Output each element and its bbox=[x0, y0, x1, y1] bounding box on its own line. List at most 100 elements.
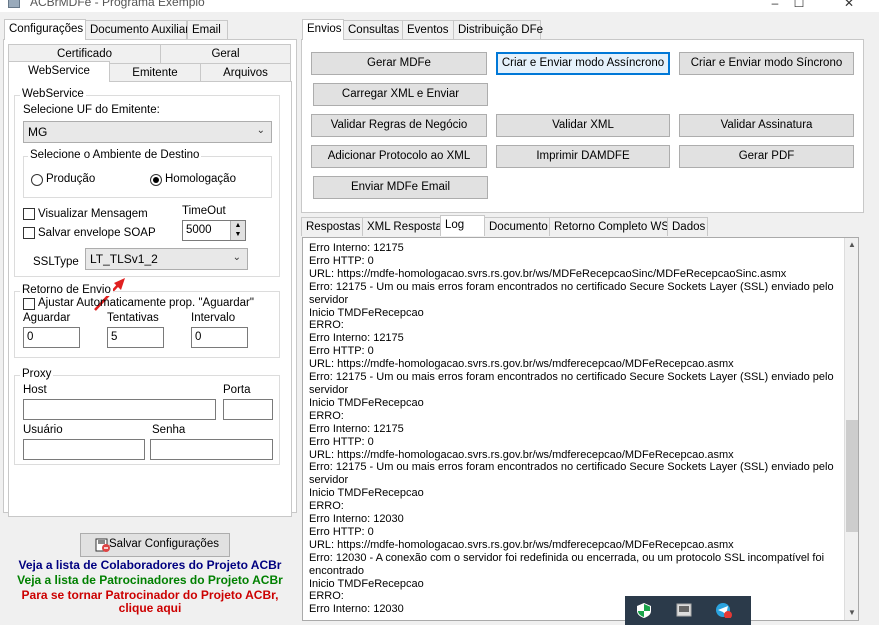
app-icon bbox=[8, 0, 20, 8]
enviar-email-button[interactable]: Enviar MDFe Email bbox=[313, 176, 488, 199]
tab-emitente[interactable]: Emitente bbox=[109, 63, 201, 82]
ambiente-label: Selecione o Ambiente de Destino bbox=[28, 149, 202, 161]
log-line: Inicio TMDFeRecepcao bbox=[309, 396, 424, 409]
intervalo-label: Intervalo bbox=[191, 312, 236, 324]
log-line: URL: https://mdfe-homologacao.svrs.rs.go… bbox=[309, 267, 787, 280]
tab-dados[interactable]: Dados bbox=[667, 217, 708, 236]
log-line: Erro HTTP: 0 bbox=[309, 525, 374, 538]
log-line: ERRO: bbox=[309, 319, 344, 332]
intervalo-value: 0 bbox=[195, 331, 202, 343]
uf-select-value: MG bbox=[28, 125, 48, 139]
imprimir-damdfe-button[interactable]: Imprimir DAMDFE bbox=[496, 145, 670, 168]
tab-email[interactable]: Email bbox=[187, 20, 228, 39]
tentativas-input[interactable]: 5 bbox=[107, 327, 164, 348]
tab-webservice[interactable]: WebService bbox=[8, 61, 110, 82]
adicionar-protocolo-button[interactable]: Adicionar Protocolo ao XML bbox=[311, 145, 487, 168]
ssltype-select[interactable]: LT_TLSv1_2 ⌄ bbox=[85, 248, 248, 270]
validar-regras-button[interactable]: Validar Regras de Negócio bbox=[311, 114, 487, 137]
ssltype-label: SSLType bbox=[33, 256, 79, 268]
save-config-label: Salvar Configurações bbox=[109, 538, 219, 550]
scroll-up-icon[interactable]: ▲ bbox=[845, 240, 859, 249]
tentativas-value: 5 bbox=[111, 331, 118, 343]
log-line: Erro HTTP: 0 bbox=[309, 345, 374, 358]
patrocinador-link-line1[interactable]: Para se tornar Patrocinador do Projeto A… bbox=[8, 588, 292, 602]
tab-arquivos[interactable]: Arquivos bbox=[200, 63, 291, 82]
criar-async-button[interactable]: Criar e Enviar modo Assíncrono bbox=[496, 52, 670, 75]
tab-envios[interactable]: Envios bbox=[302, 19, 344, 40]
tab-log[interactable]: Log bbox=[440, 215, 485, 236]
porta-input[interactable] bbox=[223, 399, 273, 420]
chevron-down-icon: ⌄ bbox=[232, 252, 241, 263]
host-input[interactable] bbox=[23, 399, 216, 420]
scroll-down-icon[interactable]: ▼ bbox=[845, 608, 859, 617]
shield-icon[interactable] bbox=[635, 602, 653, 618]
log-line: encontrado bbox=[309, 564, 365, 577]
aguardar-label: Aguardar bbox=[23, 312, 71, 324]
tab-geral[interactable]: Geral bbox=[160, 44, 291, 63]
tab-configuracoes[interactable]: Configurações bbox=[4, 19, 86, 40]
carregar-xml-button[interactable]: Carregar XML e Enviar bbox=[313, 83, 488, 106]
log-line: Inicio TMDFeRecepcao bbox=[309, 487, 424, 500]
patrocinadores-link[interactable]: Veja a lista de Patrocinadores do Projet… bbox=[8, 573, 292, 587]
producao-label: Produção bbox=[46, 173, 96, 185]
salvar-envelope-checkbox[interactable] bbox=[23, 227, 35, 239]
log-line: Erro: 12175 - Um ou mais erros foram enc… bbox=[309, 280, 834, 293]
log-line: ERRO: bbox=[309, 590, 344, 603]
log-line: Erro: 12175 - Um ou mais erros foram enc… bbox=[309, 461, 834, 474]
log-textarea[interactable]: Erro Interno: 12175 Erro HTTP: 0 URL: http… bbox=[302, 237, 859, 621]
intervalo-input[interactable]: 0 bbox=[191, 327, 248, 348]
validar-assinatura-button[interactable]: Validar Assinatura bbox=[679, 114, 854, 137]
window-titlebar: ACBrMDFe - Programa Exemplo – ☐ ✕ bbox=[0, 0, 879, 12]
tab-xml-resposta[interactable]: XML Resposta bbox=[362, 217, 442, 236]
criar-sync-button[interactable]: Criar e Enviar modo Síncrono bbox=[679, 52, 854, 75]
log-line: Inicio TMDFeRecepcao bbox=[309, 577, 424, 590]
log-line: Erro Interno: 12030 bbox=[309, 603, 404, 616]
producao-radio[interactable] bbox=[31, 174, 43, 186]
log-line: Erro Interno: 12175 bbox=[309, 422, 404, 435]
tab-eventos[interactable]: Eventos bbox=[402, 20, 454, 39]
window-app-icon[interactable] bbox=[675, 602, 693, 618]
usuario-input[interactable] bbox=[23, 439, 145, 460]
tab-respostas[interactable]: Respostas bbox=[301, 217, 363, 236]
timeout-label: TimeOut bbox=[182, 205, 226, 217]
tab-documento[interactable]: Documento bbox=[484, 217, 550, 236]
gerar-mdfe-button[interactable]: Gerar MDFe bbox=[311, 52, 487, 75]
patrocinador-link-line2[interactable]: clique aqui bbox=[8, 601, 292, 615]
senha-input[interactable] bbox=[150, 439, 273, 460]
log-line: Inicio TMDFeRecepcao bbox=[309, 306, 424, 319]
ajustar-checkbox[interactable] bbox=[23, 298, 35, 310]
tab-consultas[interactable]: Consultas bbox=[343, 20, 403, 39]
timeout-spinner[interactable]: ▲ ▼ bbox=[230, 221, 245, 240]
porta-label: Porta bbox=[223, 384, 251, 396]
chevron-down-icon: ⌄ bbox=[256, 125, 265, 136]
visualizar-label: Visualizar Mensagem bbox=[38, 208, 148, 220]
log-scrollbar[interactable]: ▲ ▼ bbox=[844, 238, 858, 620]
log-line: servidor bbox=[309, 474, 349, 487]
tab-documento-auxiliar[interactable]: Documento Auxiliar bbox=[85, 20, 189, 39]
validar-xml-button[interactable]: Validar XML bbox=[496, 114, 670, 137]
log-line: servidor bbox=[309, 293, 349, 306]
ajustar-label: Ajustar Automaticamente prop. "Aguardar" bbox=[38, 297, 254, 309]
log-line: URL: https://mdfe-homologacao.svrs.rs.go… bbox=[309, 448, 734, 461]
homologacao-radio[interactable] bbox=[150, 174, 162, 186]
window-title: ACBrMDFe - Programa Exemplo bbox=[30, 0, 205, 9]
homologacao-label: Homologação bbox=[165, 173, 236, 185]
usuario-label: Usuário bbox=[23, 424, 63, 436]
visualizar-checkbox[interactable] bbox=[23, 208, 35, 220]
save-config-button[interactable]: Salvar Configurações bbox=[80, 533, 230, 557]
gerar-pdf-button[interactable]: Gerar PDF bbox=[679, 145, 854, 168]
log-lines: Erro Interno: 12175 Erro HTTP: 0 URL: http… bbox=[303, 238, 858, 616]
telegram-icon[interactable] bbox=[715, 602, 733, 618]
log-line: URL: https://mdfe-homologacao.svrs.rs.go… bbox=[309, 358, 734, 371]
tab-retorno-completo[interactable]: Retorno Completo WS bbox=[549, 217, 669, 236]
maximize-icon[interactable]: ☐ bbox=[776, 0, 822, 12]
uf-select[interactable]: MG ⌄ bbox=[23, 121, 272, 143]
log-line: Erro: 12175 - Um ou mais erros foram enc… bbox=[309, 371, 834, 384]
colaboradores-link[interactable]: Veja a lista de Colaboradores do Projeto… bbox=[8, 558, 292, 572]
close-icon[interactable]: ✕ bbox=[826, 0, 872, 12]
tab-distribuicao-dfe[interactable]: Distribuição DFe bbox=[453, 20, 543, 39]
scroll-thumb[interactable] bbox=[846, 420, 858, 532]
log-line: URL: https://mdfe-homologacao.svrs.rs.go… bbox=[309, 538, 734, 551]
host-label: Host bbox=[23, 384, 47, 396]
aguardar-input[interactable]: 0 bbox=[23, 327, 80, 348]
